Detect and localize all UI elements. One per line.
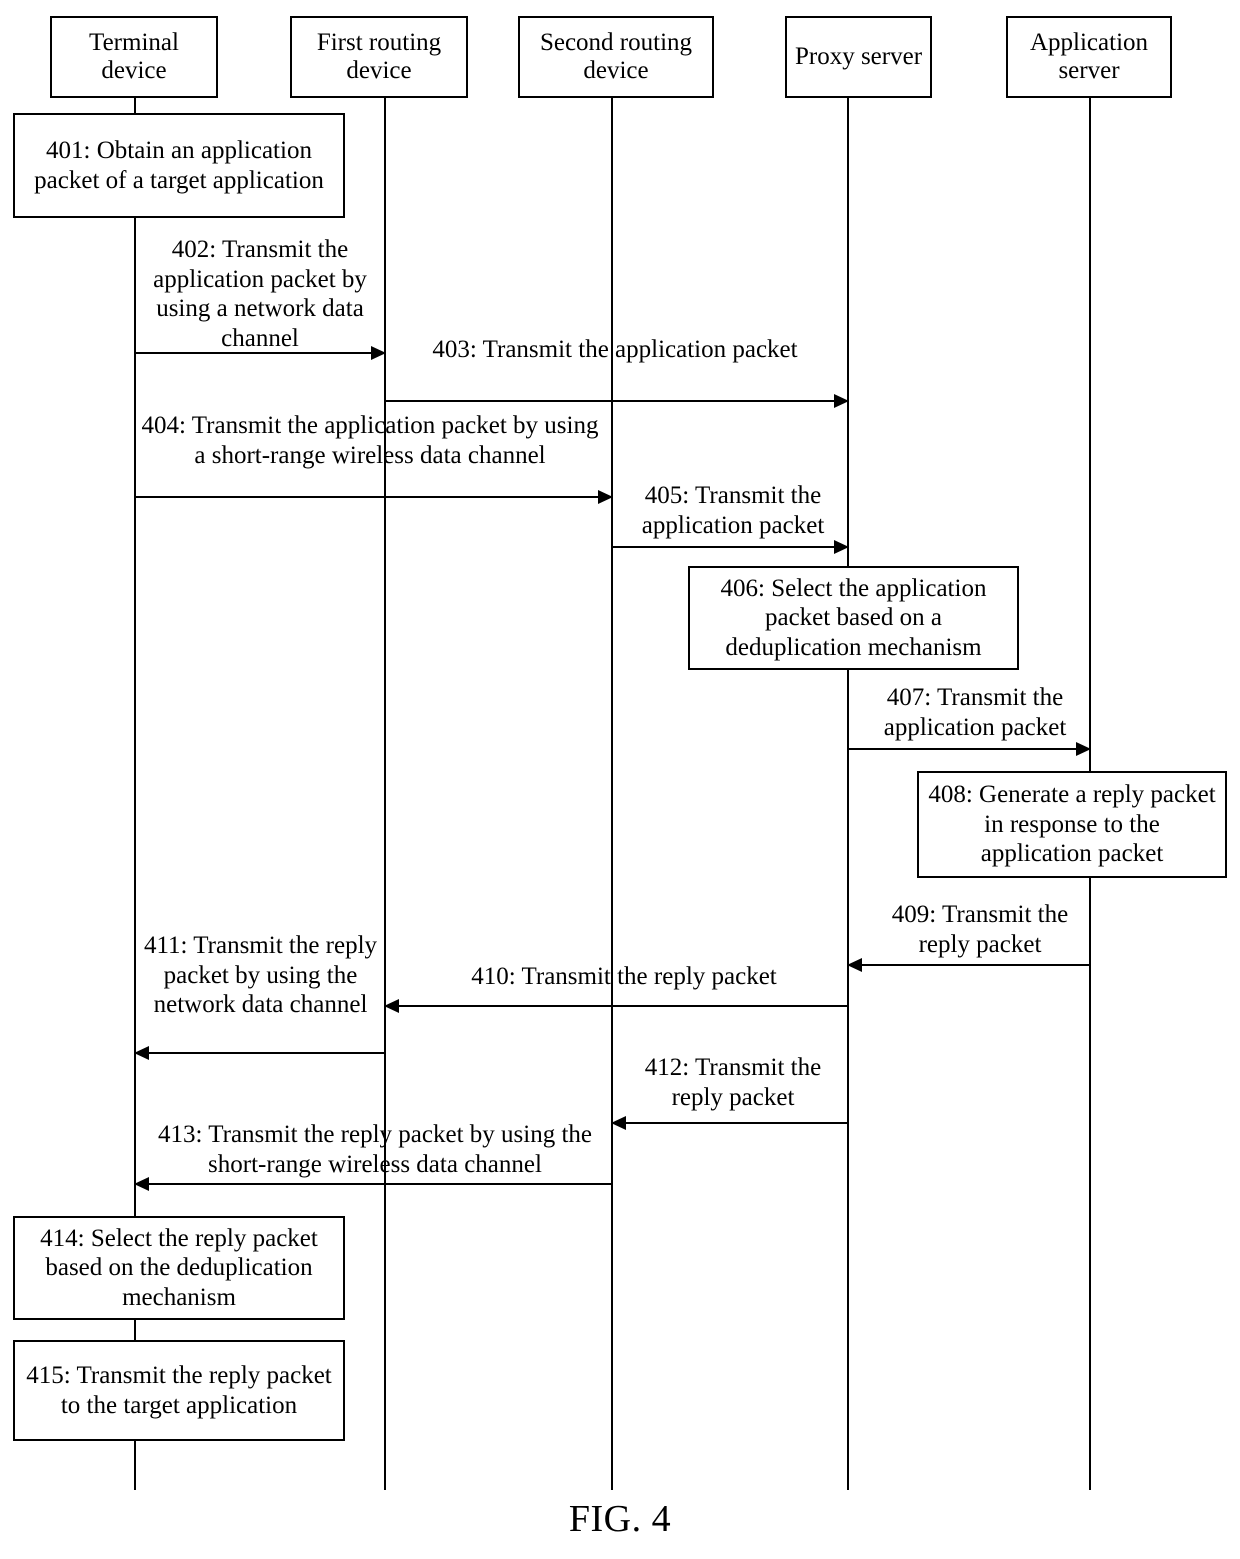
participant-terminal-device[interactable]: Terminal device (50, 16, 218, 98)
arrow-shaft (848, 748, 1090, 750)
participant-label: Terminal device (89, 29, 179, 84)
arrow-shaft (612, 1122, 848, 1124)
arrow-head (134, 1177, 149, 1191)
message-text: 410: Transmit the reply packet (471, 963, 777, 990)
participant-application-server[interactable]: Application server (1006, 16, 1172, 98)
arrow-head (134, 1046, 149, 1060)
arrow-shaft (135, 1183, 612, 1185)
arrow-head (834, 394, 849, 408)
lifeline-proxy-server (847, 97, 849, 1490)
message-label-409: 409: Transmit the reply packet (865, 900, 1095, 959)
message-text: 411: Transmit the reply packet by using … (143, 932, 378, 1018)
arrow-head (834, 540, 849, 554)
step-label: 415: Transmit the reply packet to the ta… (26, 1362, 332, 1419)
message-label-411: 411: Transmit the reply packet by using … (138, 931, 383, 1020)
message-text: 403: Transmit the application packet (432, 336, 798, 363)
step-label: 401: Obtain an application packet of a t… (34, 137, 324, 194)
arrow-shaft (385, 400, 848, 402)
message-label-402: 402: Transmit the application packet by … (135, 235, 385, 353)
step-label: 414: Select the reply packet based on th… (40, 1224, 318, 1311)
message-label-412: 412: Transmit the reply packet (618, 1053, 848, 1112)
step-box-415[interactable]: 415: Transmit the reply packet to the ta… (13, 1340, 345, 1441)
step-box-401[interactable]: 401: Obtain an application packet of a t… (13, 113, 345, 218)
message-label-410: 410: Transmit the reply packet (400, 962, 848, 992)
message-label-404: 404: Transmit the application packet by … (140, 411, 600, 470)
message-label-405: 405: Transmit the application packet (618, 481, 848, 540)
step-box-406[interactable]: 406: Select the application packet based… (688, 566, 1019, 670)
arrow-shaft (612, 546, 848, 548)
message-text: 412: Transmit the reply packet (644, 1054, 822, 1111)
message-text: 407: Transmit the application packet (883, 684, 1067, 741)
step-label: 408: Generate a reply packet in response… (928, 781, 1216, 868)
message-text: 402: Transmit the application packet by … (153, 236, 367, 352)
sequence-diagram-figure: Terminal device First routing device Sec… (0, 0, 1240, 1559)
participant-first-routing-device[interactable]: First routing device (290, 16, 468, 98)
step-label: 406: Select the application packet based… (720, 574, 987, 661)
step-box-414[interactable]: 414: Select the reply packet based on th… (13, 1216, 345, 1320)
arrow-head (1076, 742, 1091, 756)
arrow-head (384, 999, 399, 1013)
message-text: 404: Transmit the application packet by … (141, 412, 599, 469)
arrow-shaft (848, 964, 1090, 966)
participant-second-routing-device[interactable]: Second routing device (518, 16, 714, 98)
figure-caption-text: FIG. 4 (568, 1498, 672, 1540)
participant-label: Proxy server (794, 43, 923, 70)
lifeline-second-routing-device (611, 97, 613, 1490)
participant-label: Application server (1029, 29, 1149, 84)
arrow-head (847, 958, 862, 972)
figure-caption: FIG. 4 (0, 1497, 1240, 1541)
arrow-head (611, 1116, 626, 1130)
message-label-407: 407: Transmit the application packet (860, 683, 1090, 742)
message-label-403: 403: Transmit the application packet (400, 335, 830, 365)
message-text: 405: Transmit the application packet (641, 482, 825, 539)
arrow-shaft (385, 1005, 848, 1007)
arrow-head (598, 490, 613, 504)
participant-proxy-server[interactable]: Proxy server (785, 16, 932, 98)
message-label-413: 413: Transmit the reply packet by using … (140, 1120, 610, 1179)
participant-label: Second routing device (539, 29, 693, 84)
arrow-shaft (135, 496, 612, 498)
participant-label: First routing device (316, 29, 442, 84)
arrow-shaft (135, 1052, 385, 1054)
step-box-408[interactable]: 408: Generate a reply packet in response… (917, 771, 1227, 878)
message-text: 409: Transmit the reply packet (891, 901, 1069, 958)
message-text: 413: Transmit the reply packet by using … (158, 1121, 592, 1178)
